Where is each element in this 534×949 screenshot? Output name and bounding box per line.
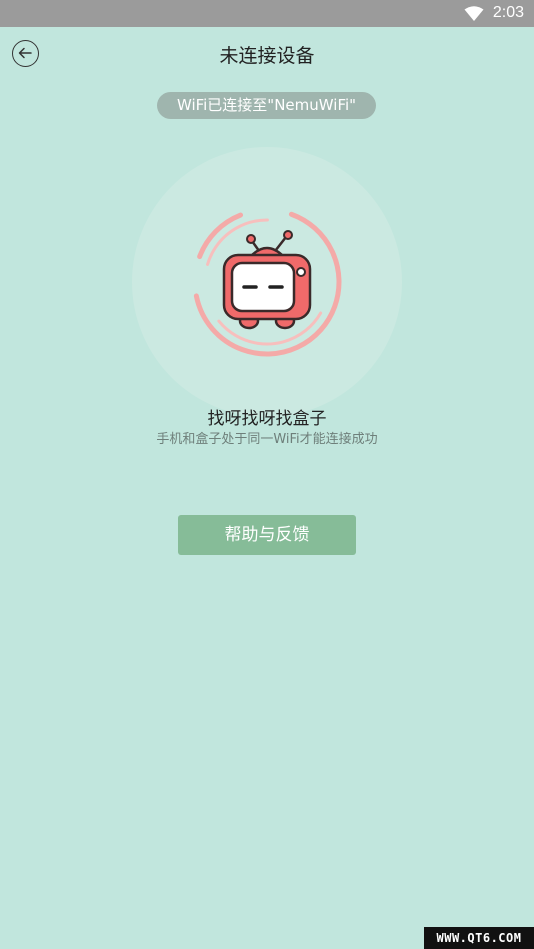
scan-area: [132, 147, 402, 417]
help-feedback-button[interactable]: 帮助与反馈: [178, 515, 356, 555]
wifi-icon: [464, 6, 484, 21]
page-title: 未连接设备: [219, 45, 315, 67]
status-time: 2:03: [492, 4, 524, 21]
tv-robot-icon: [192, 207, 342, 357]
wifi-status-badge: WiFi已连接至"NemuWiFi": [157, 92, 376, 119]
status-bar: 2:03: [0, 0, 534, 27]
search-title: 找呀找呀找盒子: [207, 409, 327, 429]
search-hint: 手机和盒子处于同一WiFi才能连接成功: [156, 432, 378, 447]
app-header: 未连接设备: [0, 27, 534, 83]
site-watermark: WWW.QT6.COM: [424, 927, 534, 949]
